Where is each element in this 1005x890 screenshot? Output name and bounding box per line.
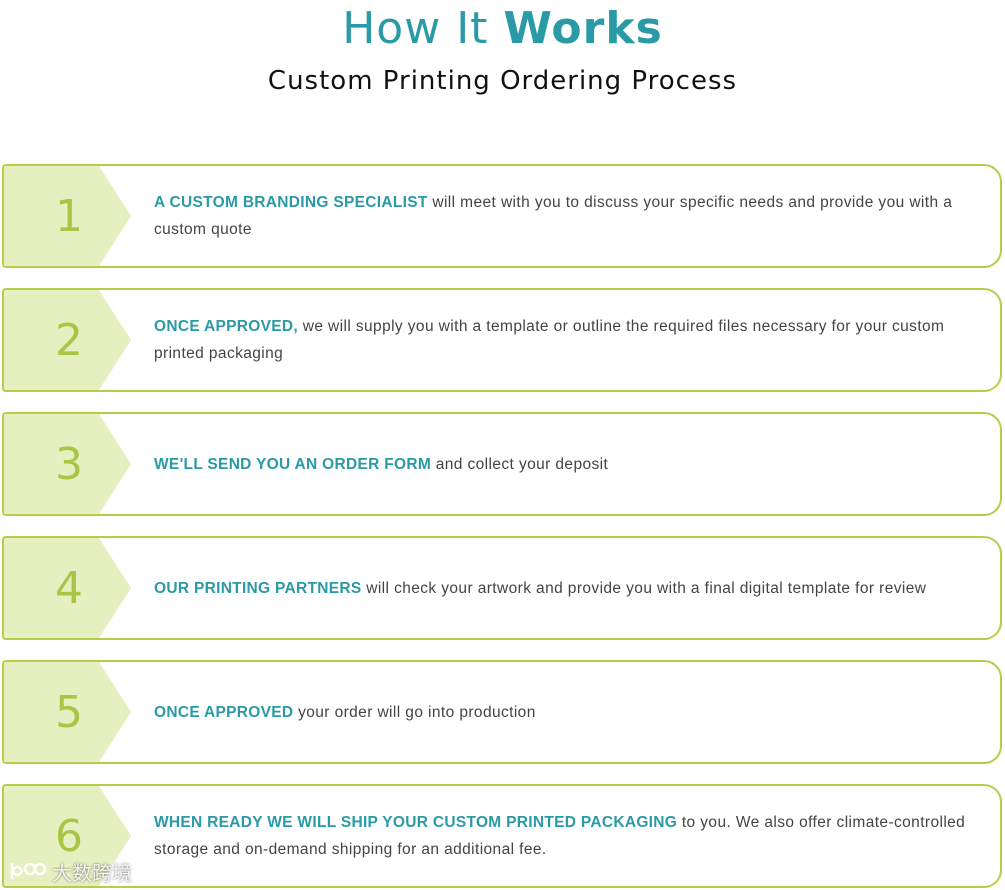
step-number: 4 xyxy=(4,538,131,638)
step-number-badge: 1 xyxy=(4,166,131,266)
step-paragraph: ONCE APPROVED your order will go into pr… xyxy=(154,699,536,726)
step-number-badge: 2 xyxy=(4,290,131,390)
step-number-badge: 4 xyxy=(4,538,131,638)
step-number-badge: 3 xyxy=(4,414,131,514)
step-card: 5 ONCE APPROVED your order will go into p… xyxy=(2,660,1002,764)
step-highlight: OUR PRINTING PARTNERS xyxy=(154,579,362,597)
step-highlight: ONCE APPROVED, xyxy=(154,318,299,335)
step-description: A CUSTOM BRANDING SPECIALIST will meet w… xyxy=(154,166,986,266)
title-bold: Works xyxy=(503,3,663,54)
step-highlight: WE'LL SEND YOU AN ORDER FORM xyxy=(154,455,432,473)
step-card: 2 ONCE APPROVED, we will supply you with … xyxy=(2,288,1002,392)
step-paragraph: WHEN READY WE WILL SHIP YOUR CUSTOM PRIN… xyxy=(154,809,986,863)
step-paragraph: A CUSTOM BRANDING SPECIALIST will meet w… xyxy=(154,189,986,243)
step-number-text: 1 xyxy=(55,190,83,242)
title-light: How It xyxy=(342,3,504,54)
step-paragraph: ONCE APPROVED, we will supply you with a… xyxy=(154,313,986,367)
watermark: 大数跨境 xyxy=(8,856,132,886)
page-heading: How It Works Custom Printing Ordering Pr… xyxy=(0,0,1005,97)
step-text: your order will go into production xyxy=(293,703,536,721)
step-paragraph: OUR PRINTING PARTNERS will check your ar… xyxy=(154,575,926,602)
step-number-text: 4 xyxy=(55,562,83,614)
step-description: ONCE APPROVED, we will supply you with a… xyxy=(154,290,986,390)
page-subtitle: Custom Printing Ordering Process xyxy=(267,66,738,96)
step-card: 4 OUR PRINTING PARTNERS will check your a… xyxy=(2,536,1002,640)
step-number: 2 xyxy=(4,290,131,390)
step-text: will check your artwork and provide you … xyxy=(361,579,927,597)
step-card: 6 WHEN READY WE WILL SHIP YOUR CUSTOM PRI… xyxy=(2,784,1002,888)
step-highlight: A CUSTOM BRANDING SPECIALIST xyxy=(154,194,428,211)
step-number-text: 3 xyxy=(55,438,83,490)
step-number: 5 xyxy=(4,662,131,762)
step-highlight: WHEN READY WE WILL SHIP YOUR CUSTOM PRIN… xyxy=(154,814,678,831)
step-card: 1 A CUSTOM BRANDING SPECIALIST will meet … xyxy=(2,164,1002,268)
step-number-text: 6 xyxy=(55,810,83,862)
step-number-text: 5 xyxy=(55,686,83,738)
step-highlight: ONCE APPROVED xyxy=(154,703,294,721)
watermark-logo-icon xyxy=(10,862,47,879)
step-description: OUR PRINTING PARTNERS will check your ar… xyxy=(154,538,986,638)
step-text: and collect your deposit xyxy=(431,455,609,473)
page-title: How It Works xyxy=(0,3,1005,55)
step-number: 3 xyxy=(4,414,131,514)
step-description: ONCE APPROVED your order will go into pr… xyxy=(154,662,986,762)
step-number: 1 xyxy=(4,166,131,266)
watermark-text: 大数跨境 xyxy=(52,862,132,885)
step-card: 3 WE'LL SEND YOU AN ORDER FORM and collec… xyxy=(2,412,1002,516)
step-number-badge: 5 xyxy=(4,662,131,762)
step-description: WHEN READY WE WILL SHIP YOUR CUSTOM PRIN… xyxy=(154,786,986,886)
step-paragraph: WE'LL SEND YOU AN ORDER FORM and collect… xyxy=(154,451,608,478)
step-description: WE'LL SEND YOU AN ORDER FORM and collect… xyxy=(154,414,986,514)
step-number-text: 2 xyxy=(55,314,83,366)
